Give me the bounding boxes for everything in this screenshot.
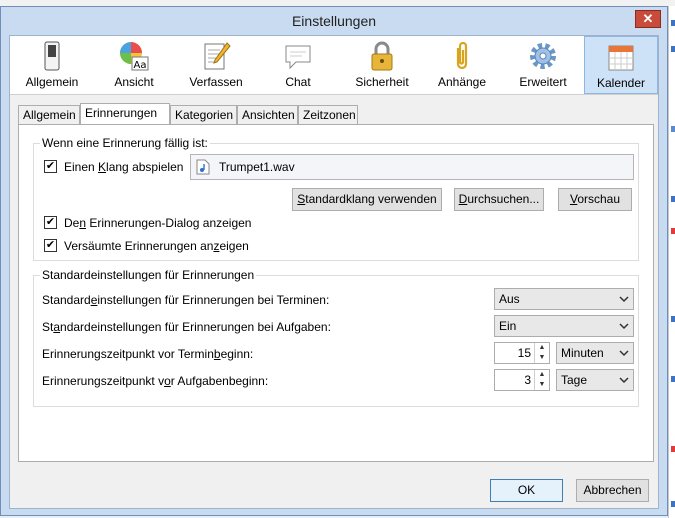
browse-button[interactable]: Durchsuchen... <box>454 188 544 211</box>
chevron-down-icon <box>619 377 629 384</box>
toolbar-label: Verfassen <box>189 75 243 89</box>
toolbar-item-allgemein[interactable]: Allgemein <box>16 36 88 94</box>
category-toolbar: Allgemein Aa Ansicht Verfassen Chat Sich… <box>10 36 658 95</box>
spinner[interactable]: ▲ ▼ <box>534 343 549 363</box>
stepper-value: 15 <box>517 346 531 360</box>
tab-zeitzonen[interactable]: Zeitzonen <box>298 105 358 124</box>
toolbar-item-chat[interactable]: Chat <box>262 36 334 94</box>
paperclip-icon <box>456 41 468 70</box>
stepper-value: 3 <box>524 373 531 387</box>
dialog-client: Allgemein Aa Ansicht Verfassen Chat Sich… <box>9 35 659 509</box>
events-default-label: Standardeinstellungen für Erinnerungen b… <box>42 293 330 307</box>
task-start-unit-select[interactable]: Tage <box>556 369 634 391</box>
event-start-unit-select[interactable]: Minuten <box>556 342 634 364</box>
toolbar-label: Erweitert <box>519 75 567 89</box>
chat-icon <box>285 45 311 70</box>
group-title: Wenn eine Erinnerung fällig ist: <box>40 136 210 150</box>
tasks-default-select[interactable]: Ein <box>494 315 634 337</box>
switch-icon <box>44 41 60 71</box>
spin-up-icon[interactable]: ▲ <box>535 370 549 380</box>
task-start-label: Erinnerungszeitpunkt vor Aufgabenbeginn: <box>42 374 269 388</box>
toolbar-item-ansicht[interactable]: Aa Ansicht <box>98 36 170 94</box>
audio-file-icon <box>196 159 210 175</box>
toolbar-label: Allgemein <box>25 75 79 89</box>
select-value: Ein <box>499 319 517 333</box>
preview-button[interactable]: Vorschau <box>558 188 632 211</box>
compose-icon <box>204 42 231 70</box>
spin-down-icon[interactable]: ▼ <box>535 353 549 363</box>
chevron-down-icon <box>619 323 629 330</box>
show-missed-checkbox[interactable]: ✔ <box>44 239 57 252</box>
toolbar-item-verfassen[interactable]: Verfassen <box>180 36 252 94</box>
toolbar-item-kalender[interactable]: Kalender <box>584 36 658 94</box>
event-start-label: Erinnerungszeitpunkt vor Terminbeginn: <box>42 347 254 361</box>
events-default-select[interactable]: Aus <box>494 288 634 310</box>
toolbar-label: Anhänge <box>437 75 487 89</box>
select-value: Tage <box>561 373 588 387</box>
toolbar-item-anhaenge[interactable]: Anhänge <box>426 36 498 94</box>
toolbar-item-sicherheit[interactable]: Sicherheit <box>344 36 420 94</box>
show-missed-label: Versäumte Erinnerungen anzeigen <box>64 239 249 253</box>
reminder-defaults-group: Standardeinstellungen für Erinnerungen S… <box>33 268 639 407</box>
toolbar-label: Ansicht <box>114 75 154 89</box>
chevron-down-icon <box>619 296 629 303</box>
background-window-edge <box>668 6 675 518</box>
tab-erinnerungen[interactable]: Erinnerungen <box>80 103 170 124</box>
ok-button[interactable]: OK <box>490 479 563 502</box>
toolbar-label: Sicherheit <box>355 75 409 89</box>
reminder-due-group: Wenn eine Erinnerung fällig ist: ✔ Einen… <box>33 136 639 261</box>
lock-icon <box>371 41 393 71</box>
play-sound-checkbox[interactable]: ✔ <box>44 160 57 173</box>
spin-up-icon[interactable]: ▲ <box>535 343 549 353</box>
sound-file-name: Trumpet1.wav <box>219 160 295 174</box>
sound-file-field[interactable]: Trumpet1.wav <box>190 154 634 180</box>
play-sound-label: Einen Klang abspielen <box>64 160 184 174</box>
window-title: Einstellungen <box>291 13 377 29</box>
title-bar[interactable]: Einstellungen ✕ <box>1 7 667 35</box>
gear-icon <box>530 43 556 69</box>
group-title: Standardeinstellungen für Erinnerungen <box>40 268 257 282</box>
toolbar-label: Kalender <box>596 76 646 90</box>
toolbar-item-erweitert[interactable]: Erweitert <box>506 36 580 94</box>
task-start-stepper[interactable]: 3 ▲ ▼ <box>494 369 550 391</box>
cancel-button[interactable]: Abbrechen <box>576 479 649 502</box>
spinner[interactable]: ▲ ▼ <box>534 370 549 390</box>
select-value: Minuten <box>561 346 604 360</box>
close-button[interactable]: ✕ <box>635 10 661 28</box>
select-value: Aus <box>499 292 520 306</box>
tab-allgemein[interactable]: Allgemein <box>18 105 80 124</box>
tab-kategorien[interactable]: Kategorien <box>170 105 237 124</box>
tasks-default-label: Standardeinstellungen für Erinnerungen b… <box>42 320 331 334</box>
show-dialog-label: Den Erinnerungen-Dialog anzeigen <box>64 216 252 230</box>
svg-text:Aa: Aa <box>134 60 147 71</box>
reminders-panel: Wenn eine Erinnerung fällig ist: ✔ Einen… <box>18 124 654 462</box>
tab-ansichten[interactable]: Ansichten <box>237 105 298 124</box>
calendar-icon <box>608 45 634 71</box>
chevron-down-icon <box>619 350 629 357</box>
default-sound-button[interactable]: Standardklang verwenden <box>292 188 442 211</box>
toolbar-label: Chat <box>285 75 311 89</box>
palette-icon: Aa <box>120 42 149 71</box>
show-dialog-checkbox[interactable]: ✔ <box>44 216 57 229</box>
settings-dialog: Einstellungen ✕ Allgemein Aa Ansicht Ver… <box>0 6 668 516</box>
event-start-stepper[interactable]: 15 ▲ ▼ <box>494 342 550 364</box>
spin-down-icon[interactable]: ▼ <box>535 380 549 390</box>
